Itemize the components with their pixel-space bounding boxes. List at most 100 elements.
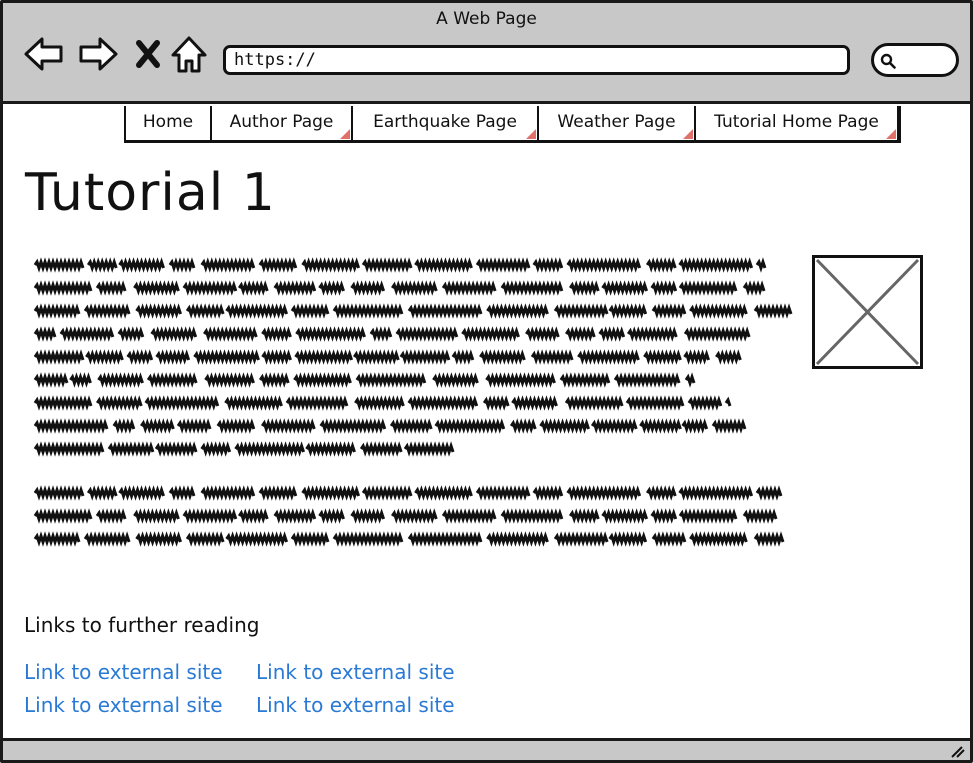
scribble-word xyxy=(753,531,785,547)
scribble-word xyxy=(216,418,256,434)
scribble-word xyxy=(193,349,260,365)
scribble-word xyxy=(118,485,165,501)
scribble-word xyxy=(608,303,648,319)
scribble-word xyxy=(598,326,626,342)
link-corner-icon xyxy=(886,129,896,139)
resize-grip-icon[interactable] xyxy=(946,744,966,758)
scribble-word xyxy=(285,395,349,411)
page-title: Tutorial 1 xyxy=(25,163,276,223)
scribble-word xyxy=(33,418,109,434)
scribble-word xyxy=(451,349,475,365)
scribble-word xyxy=(395,326,459,342)
scribble-word xyxy=(135,303,183,319)
scribble-word xyxy=(258,257,298,273)
scribble-word xyxy=(539,418,590,434)
tab-home[interactable]: Home xyxy=(124,106,210,140)
tab-label: Earthquake Page xyxy=(373,112,517,132)
tab-earthquake-page[interactable]: Earthquake Page xyxy=(351,106,537,140)
scribble-word xyxy=(566,257,642,273)
tab-author-page[interactable]: Author Page xyxy=(210,106,351,140)
scribble-word xyxy=(176,418,212,434)
scribble-word xyxy=(407,303,483,319)
external-link[interactable]: Link to external site xyxy=(24,693,223,717)
scribble-word xyxy=(293,372,352,388)
scribble-word xyxy=(511,395,558,411)
scribble-word xyxy=(133,280,180,296)
scribble-word xyxy=(711,418,747,434)
scribble-word xyxy=(627,326,678,342)
tab-weather-page[interactable]: Weather Page xyxy=(537,106,694,140)
scribble-word xyxy=(525,326,560,342)
scribble-word xyxy=(553,531,609,547)
scribble-word xyxy=(290,531,330,547)
scribble-word xyxy=(59,326,115,342)
status-bar xyxy=(3,738,970,760)
external-link[interactable]: Link to external site xyxy=(256,693,455,717)
scribble-word xyxy=(95,280,127,296)
scribble-word xyxy=(678,280,738,296)
scribble-word xyxy=(273,280,317,296)
scribble-word xyxy=(150,326,198,342)
address-bar[interactable]: https:// xyxy=(223,45,850,75)
link-corner-icon xyxy=(526,129,536,139)
scribble-word xyxy=(651,303,687,319)
scribble-word xyxy=(608,531,648,547)
scribble-word xyxy=(434,418,506,434)
scribble-word xyxy=(355,372,427,388)
search-field[interactable] xyxy=(871,43,959,77)
forward-arrow-icon[interactable] xyxy=(77,33,119,75)
external-link[interactable]: Link to external site xyxy=(256,660,455,684)
scribble-word xyxy=(681,418,709,434)
scribble-word xyxy=(33,372,69,388)
scribble-word xyxy=(359,441,403,457)
scribble-word xyxy=(577,349,640,365)
scribble-word xyxy=(687,395,723,411)
scribble-word xyxy=(568,280,600,296)
scribble-word xyxy=(651,531,687,547)
scribble-word xyxy=(568,508,600,524)
scribble-word xyxy=(645,485,677,501)
scribble-word xyxy=(69,372,92,388)
image-placeholder-icon xyxy=(815,258,920,366)
scribble-word xyxy=(290,303,330,319)
scribble-word xyxy=(482,395,510,411)
scribble-word xyxy=(350,280,386,296)
scribble-word xyxy=(441,508,497,524)
scribble-word xyxy=(361,257,413,273)
scribble-word xyxy=(407,395,479,411)
stop-icon[interactable] xyxy=(131,33,173,75)
scribble-word xyxy=(185,531,225,547)
scribble-word xyxy=(500,508,564,524)
tab-label: Home xyxy=(142,112,194,132)
scribble-word xyxy=(553,303,609,319)
external-link[interactable]: Link to external site xyxy=(24,660,223,684)
home-icon[interactable] xyxy=(169,33,211,75)
scribble-word xyxy=(566,485,642,501)
scribble-word xyxy=(613,372,681,388)
scribble-word xyxy=(182,508,238,524)
scribble-word xyxy=(332,531,404,547)
scribble-word xyxy=(234,441,306,457)
scribble-word xyxy=(133,508,180,524)
scribble-word xyxy=(724,396,732,407)
scribble-word xyxy=(486,303,549,319)
scribble-word xyxy=(391,508,438,524)
scribble-word xyxy=(683,326,751,342)
scribble-word xyxy=(755,257,767,273)
scribble-word xyxy=(96,395,143,411)
search-icon xyxy=(880,53,896,69)
scribble-word xyxy=(33,508,93,524)
back-arrow-icon[interactable] xyxy=(23,33,65,75)
scribble-word xyxy=(678,508,738,524)
scribble-word xyxy=(565,326,596,342)
link-corner-icon xyxy=(683,129,693,139)
scribble-word xyxy=(295,326,366,342)
scribble-word xyxy=(204,372,255,388)
tab-tutorial-home-page[interactable]: Tutorial Home Page xyxy=(694,106,897,140)
scribble-word xyxy=(83,531,131,547)
scribble-word xyxy=(332,303,404,319)
placeholder-paragraph xyxy=(33,257,793,457)
scribble-word xyxy=(684,372,696,388)
scribble-word xyxy=(441,280,497,296)
scribble-word xyxy=(117,326,145,342)
